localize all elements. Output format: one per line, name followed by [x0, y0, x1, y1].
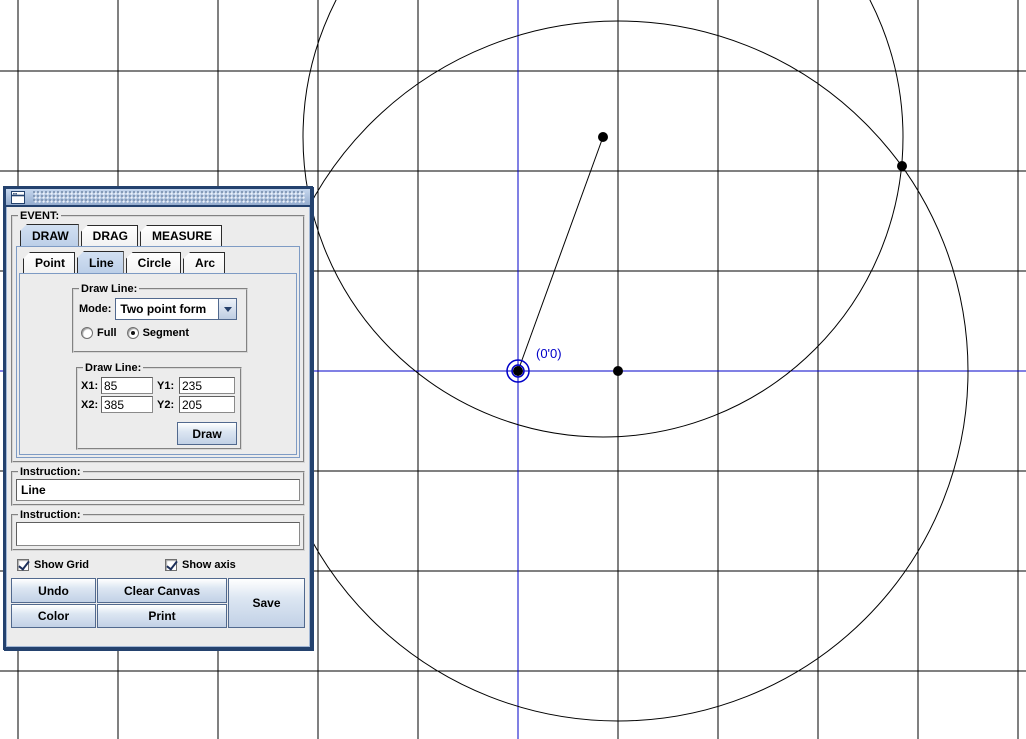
drawn-segment [518, 137, 603, 371]
y1-label: Y1: [157, 380, 179, 392]
instruction-1-label: Instruction: [18, 466, 83, 478]
event-group-label: EVENT: [18, 210, 61, 222]
instruction-2-field[interactable] [16, 522, 300, 546]
action-buttons: Undo Clear Canvas Save Color Print [11, 578, 305, 628]
show-axis-label: Show axis [182, 559, 236, 571]
y2-label: Y2: [157, 399, 179, 411]
panel-body: EVENT: DRAW DRAG MEASURE Point Line Circ… [6, 207, 310, 628]
tool-panel: EVENT: DRAW DRAG MEASURE Point Line Circ… [3, 186, 313, 650]
tab-point[interactable]: Point [23, 252, 75, 273]
tab-measure[interactable]: MEASURE [140, 225, 222, 246]
show-grid-label: Show Grid [34, 559, 89, 571]
instruction-group-1: Instruction: [11, 466, 305, 506]
window-icon [11, 191, 25, 204]
y2-field[interactable] [179, 396, 235, 413]
point-dot[interactable] [897, 161, 907, 171]
tab-draw[interactable]: DRAW [20, 224, 79, 246]
mode-combobox-button[interactable] [218, 299, 236, 319]
radio-full[interactable] [81, 327, 93, 339]
primary-tabrow: DRAW DRAG MEASURE [20, 224, 300, 246]
mode-combobox[interactable]: Two point form [115, 298, 237, 320]
x1-label: X1: [81, 380, 101, 392]
clear-canvas-button[interactable]: Clear Canvas [97, 578, 227, 603]
draw-line-mode-group-label: Draw Line: [79, 283, 139, 295]
event-group: EVENT: DRAW DRAG MEASURE Point Line Circ… [11, 210, 305, 463]
origin-label: (0'0) [536, 346, 562, 361]
show-grid-checkbox[interactable] [17, 559, 29, 571]
draw-line-coords-group-label: Draw Line: [83, 362, 143, 374]
tab-drag[interactable]: DRAG [81, 225, 138, 246]
draw-line-mode-group: Draw Line: Mode: Two point form [72, 283, 248, 353]
x1-field[interactable] [101, 377, 153, 394]
chevron-down-icon [224, 307, 232, 316]
radio-segment[interactable] [127, 327, 139, 339]
print-button[interactable]: Print [97, 604, 227, 628]
mode-label: Mode: [79, 303, 111, 315]
instruction-1-field[interactable] [16, 479, 300, 501]
point-dot[interactable] [513, 366, 523, 376]
mode-combobox-value: Two point form [116, 299, 218, 319]
line-tab-content: Draw Line: Mode: Two point form [19, 273, 297, 455]
draw-button[interactable]: Draw [177, 422, 237, 445]
tab-line[interactable]: Line [77, 251, 124, 273]
radio-segment-label: Segment [143, 327, 189, 339]
app-stage: (0'0) EVENT: DRAW DRAG MEASURE [0, 0, 1026, 739]
point-dot[interactable] [598, 132, 608, 142]
panel-titlebar[interactable] [6, 189, 310, 207]
undo-button[interactable]: Undo [11, 578, 96, 603]
color-button[interactable]: Color [11, 604, 96, 628]
instruction-2-label: Instruction: [18, 509, 83, 521]
radio-full-label: Full [97, 327, 117, 339]
y1-field[interactable] [179, 377, 235, 394]
tab-circle[interactable]: Circle [126, 252, 181, 273]
point-dot[interactable] [613, 366, 623, 376]
tab-arc[interactable]: Arc [183, 252, 225, 273]
draw-tab-content: Point Line Circle Arc Draw Line: Mode: [16, 246, 300, 458]
draw-line-coords-group: Draw Line: X1: Y1: X2: Y2: [76, 362, 242, 450]
instruction-group-2: Instruction: [11, 509, 305, 551]
titlebar-texture [33, 191, 305, 203]
secondary-tabrow: Point Line Circle Arc [23, 251, 297, 273]
show-axis-checkbox[interactable] [165, 559, 177, 571]
x2-label: X2: [81, 399, 101, 411]
x2-field[interactable] [101, 396, 153, 413]
checkbox-row: Show Grid Show axis [17, 557, 305, 573]
save-button[interactable]: Save [228, 578, 305, 628]
